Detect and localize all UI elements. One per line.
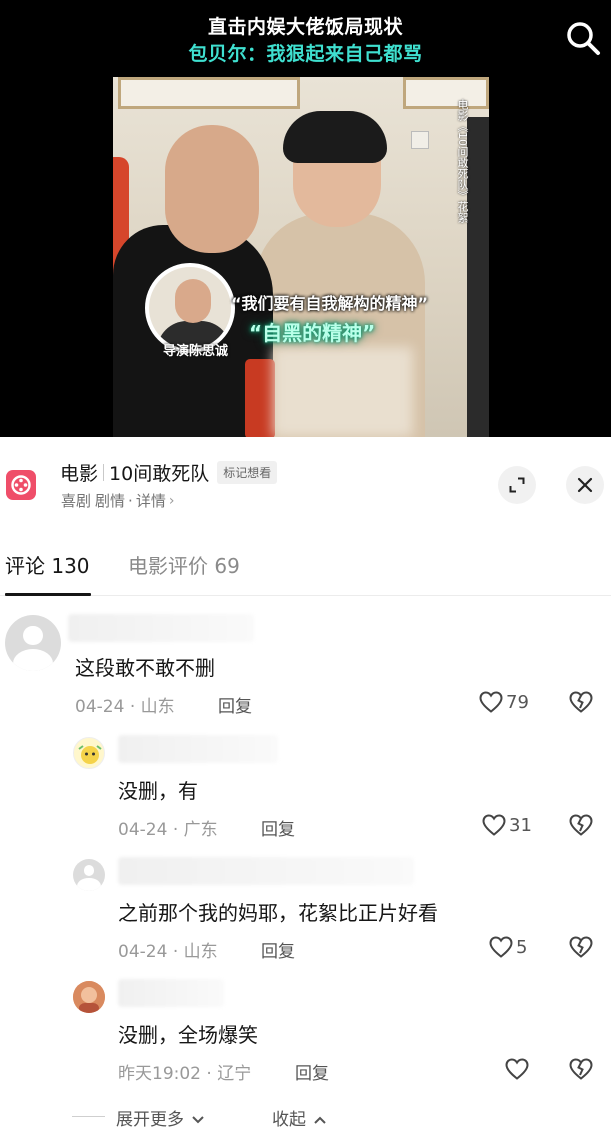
- divider: [103, 463, 105, 481]
- video-player[interactable]: 直击内娱大佬饭局现状 包贝尔：我狠起来自己都骂 电影《10间敢死队》花絮 导演陈…: [0, 0, 611, 437]
- mark-want-button[interactable]: 标记想看: [217, 460, 278, 484]
- search-icon[interactable]: [563, 18, 603, 58]
- broken-heart-icon[interactable]: [568, 813, 594, 837]
- details-link[interactable]: 详情: [136, 490, 166, 511]
- comment-date: 昨天19:02: [118, 1064, 201, 1084]
- drink-can: [245, 359, 275, 437]
- tab-movie-reviews[interactable]: 电影评价 69: [128, 550, 240, 579]
- glow-subtitle: “自黑的精神”: [249, 321, 376, 345]
- chevron-up-icon: [314, 1116, 327, 1124]
- comment-location: 山东: [183, 942, 218, 962]
- comment-text: 没删，全场爆笑: [118, 1023, 258, 1047]
- director-name-caption: 导演陈思诚: [163, 344, 229, 359]
- like-button[interactable]: 79: [478, 690, 529, 714]
- dot-separator: ·: [172, 942, 184, 962]
- expand-more-label: 展开更多: [116, 1110, 184, 1128]
- comment-meta: 04-24 · 山东: [75, 692, 175, 717]
- like-count: 5: [516, 936, 528, 958]
- heart-icon: [482, 814, 506, 836]
- chevron-right-icon: ›: [168, 492, 175, 509]
- divider: [72, 1116, 105, 1117]
- wall-poster: [118, 77, 300, 109]
- expand-button[interactable]: [498, 466, 536, 504]
- comment-date: 04-24: [75, 697, 125, 717]
- movie-genre: 喜剧: [61, 492, 92, 510]
- comment-text: 这段敢不敢不删: [75, 656, 215, 680]
- dot-separator: ·: [206, 1064, 218, 1084]
- comment-location: 辽宁: [217, 1064, 252, 1084]
- like-button[interactable]: 31: [481, 813, 532, 837]
- comment-text: 之前那个我的妈耶，花絮比正片好看: [118, 901, 438, 925]
- heart-icon: [479, 691, 503, 713]
- dot-separator: ·: [128, 491, 133, 510]
- close-button[interactable]: [566, 466, 604, 504]
- broken-heart-icon[interactable]: [568, 1057, 594, 1081]
- reply-button[interactable]: 回复: [261, 937, 295, 962]
- movie-meta-row[interactable]: 喜剧 剧情 · 详情 ›: [61, 490, 174, 511]
- background-person: [467, 117, 489, 437]
- comment-meta: 昨天19:02 · 辽宁: [118, 1059, 251, 1084]
- broken-heart-icon[interactable]: [568, 690, 594, 714]
- avatar[interactable]: [5, 615, 61, 671]
- reply-button[interactable]: 回复: [218, 692, 252, 717]
- username-blurred[interactable]: [68, 614, 254, 642]
- collapse-label: 收起: [272, 1110, 306, 1128]
- expand-icon: [509, 477, 525, 493]
- comment-location: 山东: [140, 697, 175, 717]
- like-count: 79: [506, 691, 529, 713]
- comment-location: 广东: [183, 820, 218, 840]
- close-icon: [577, 477, 593, 493]
- person-left-head: [165, 125, 259, 253]
- active-tab-indicator: [5, 593, 91, 596]
- avatar[interactable]: [73, 859, 105, 891]
- quote-subtitle: “我们要有自我解构的精神”: [231, 294, 429, 313]
- dot-separator: ·: [129, 697, 141, 717]
- comment-date: 04-24: [118, 820, 168, 840]
- reply-button[interactable]: 回复: [295, 1059, 329, 1084]
- username-blurred[interactable]: [118, 857, 414, 885]
- like-count: 31: [509, 814, 532, 836]
- chevron-down-icon: [192, 1116, 205, 1124]
- expand-more-button[interactable]: 展开更多: [116, 1105, 205, 1128]
- blurred-area: [273, 347, 413, 437]
- heart-icon: [505, 1058, 529, 1080]
- dot-separator: ·: [172, 820, 184, 840]
- wall-socket: [411, 131, 429, 149]
- wall-poster: [403, 77, 489, 109]
- heart-icon: [489, 936, 513, 958]
- video-frame: 电影《10间敢死队》花絮 导演陈思诚 “我们要有自我解构的精神” “自黑的精神”: [113, 77, 489, 437]
- reply-button[interactable]: 回复: [261, 815, 295, 840]
- like-button[interactable]: [504, 1057, 532, 1081]
- username-blurred[interactable]: [118, 979, 224, 1007]
- avatar[interactable]: [73, 737, 105, 769]
- comment-text: 没删，有: [118, 779, 198, 803]
- movie-name[interactable]: 10间敢死队: [109, 459, 209, 486]
- film-reel-icon: [6, 470, 36, 500]
- video-title: 直击内娱大佬饭局现状: [207, 16, 403, 38]
- person-right-hair: [283, 111, 387, 163]
- comment-date: 04-24: [118, 942, 168, 962]
- comment-tabs: 评论 130 电影评价 69: [0, 540, 611, 596]
- broken-heart-icon[interactable]: [568, 935, 594, 959]
- video-subtitle: 包贝尔：我狠起来自己都骂: [188, 43, 423, 65]
- movie-plot: 剧情: [95, 492, 126, 510]
- username-blurred[interactable]: [118, 735, 278, 763]
- avatar[interactable]: [73, 981, 105, 1013]
- reply-controls: 展开更多 收起: [0, 1104, 611, 1128]
- side-caption: 电影《10间敢死队》花絮: [456, 99, 469, 223]
- movie-title-row[interactable]: 电影 10间敢死队 标记想看: [60, 458, 278, 486]
- like-button[interactable]: 5: [488, 935, 527, 959]
- comment-meta: 04-24 · 山东: [118, 937, 218, 962]
- collapse-button[interactable]: 收起: [272, 1105, 327, 1128]
- comment-meta: 04-24 · 广东: [118, 815, 218, 840]
- movie-category: 电影: [60, 462, 99, 485]
- tab-comments[interactable]: 评论 130: [5, 550, 90, 579]
